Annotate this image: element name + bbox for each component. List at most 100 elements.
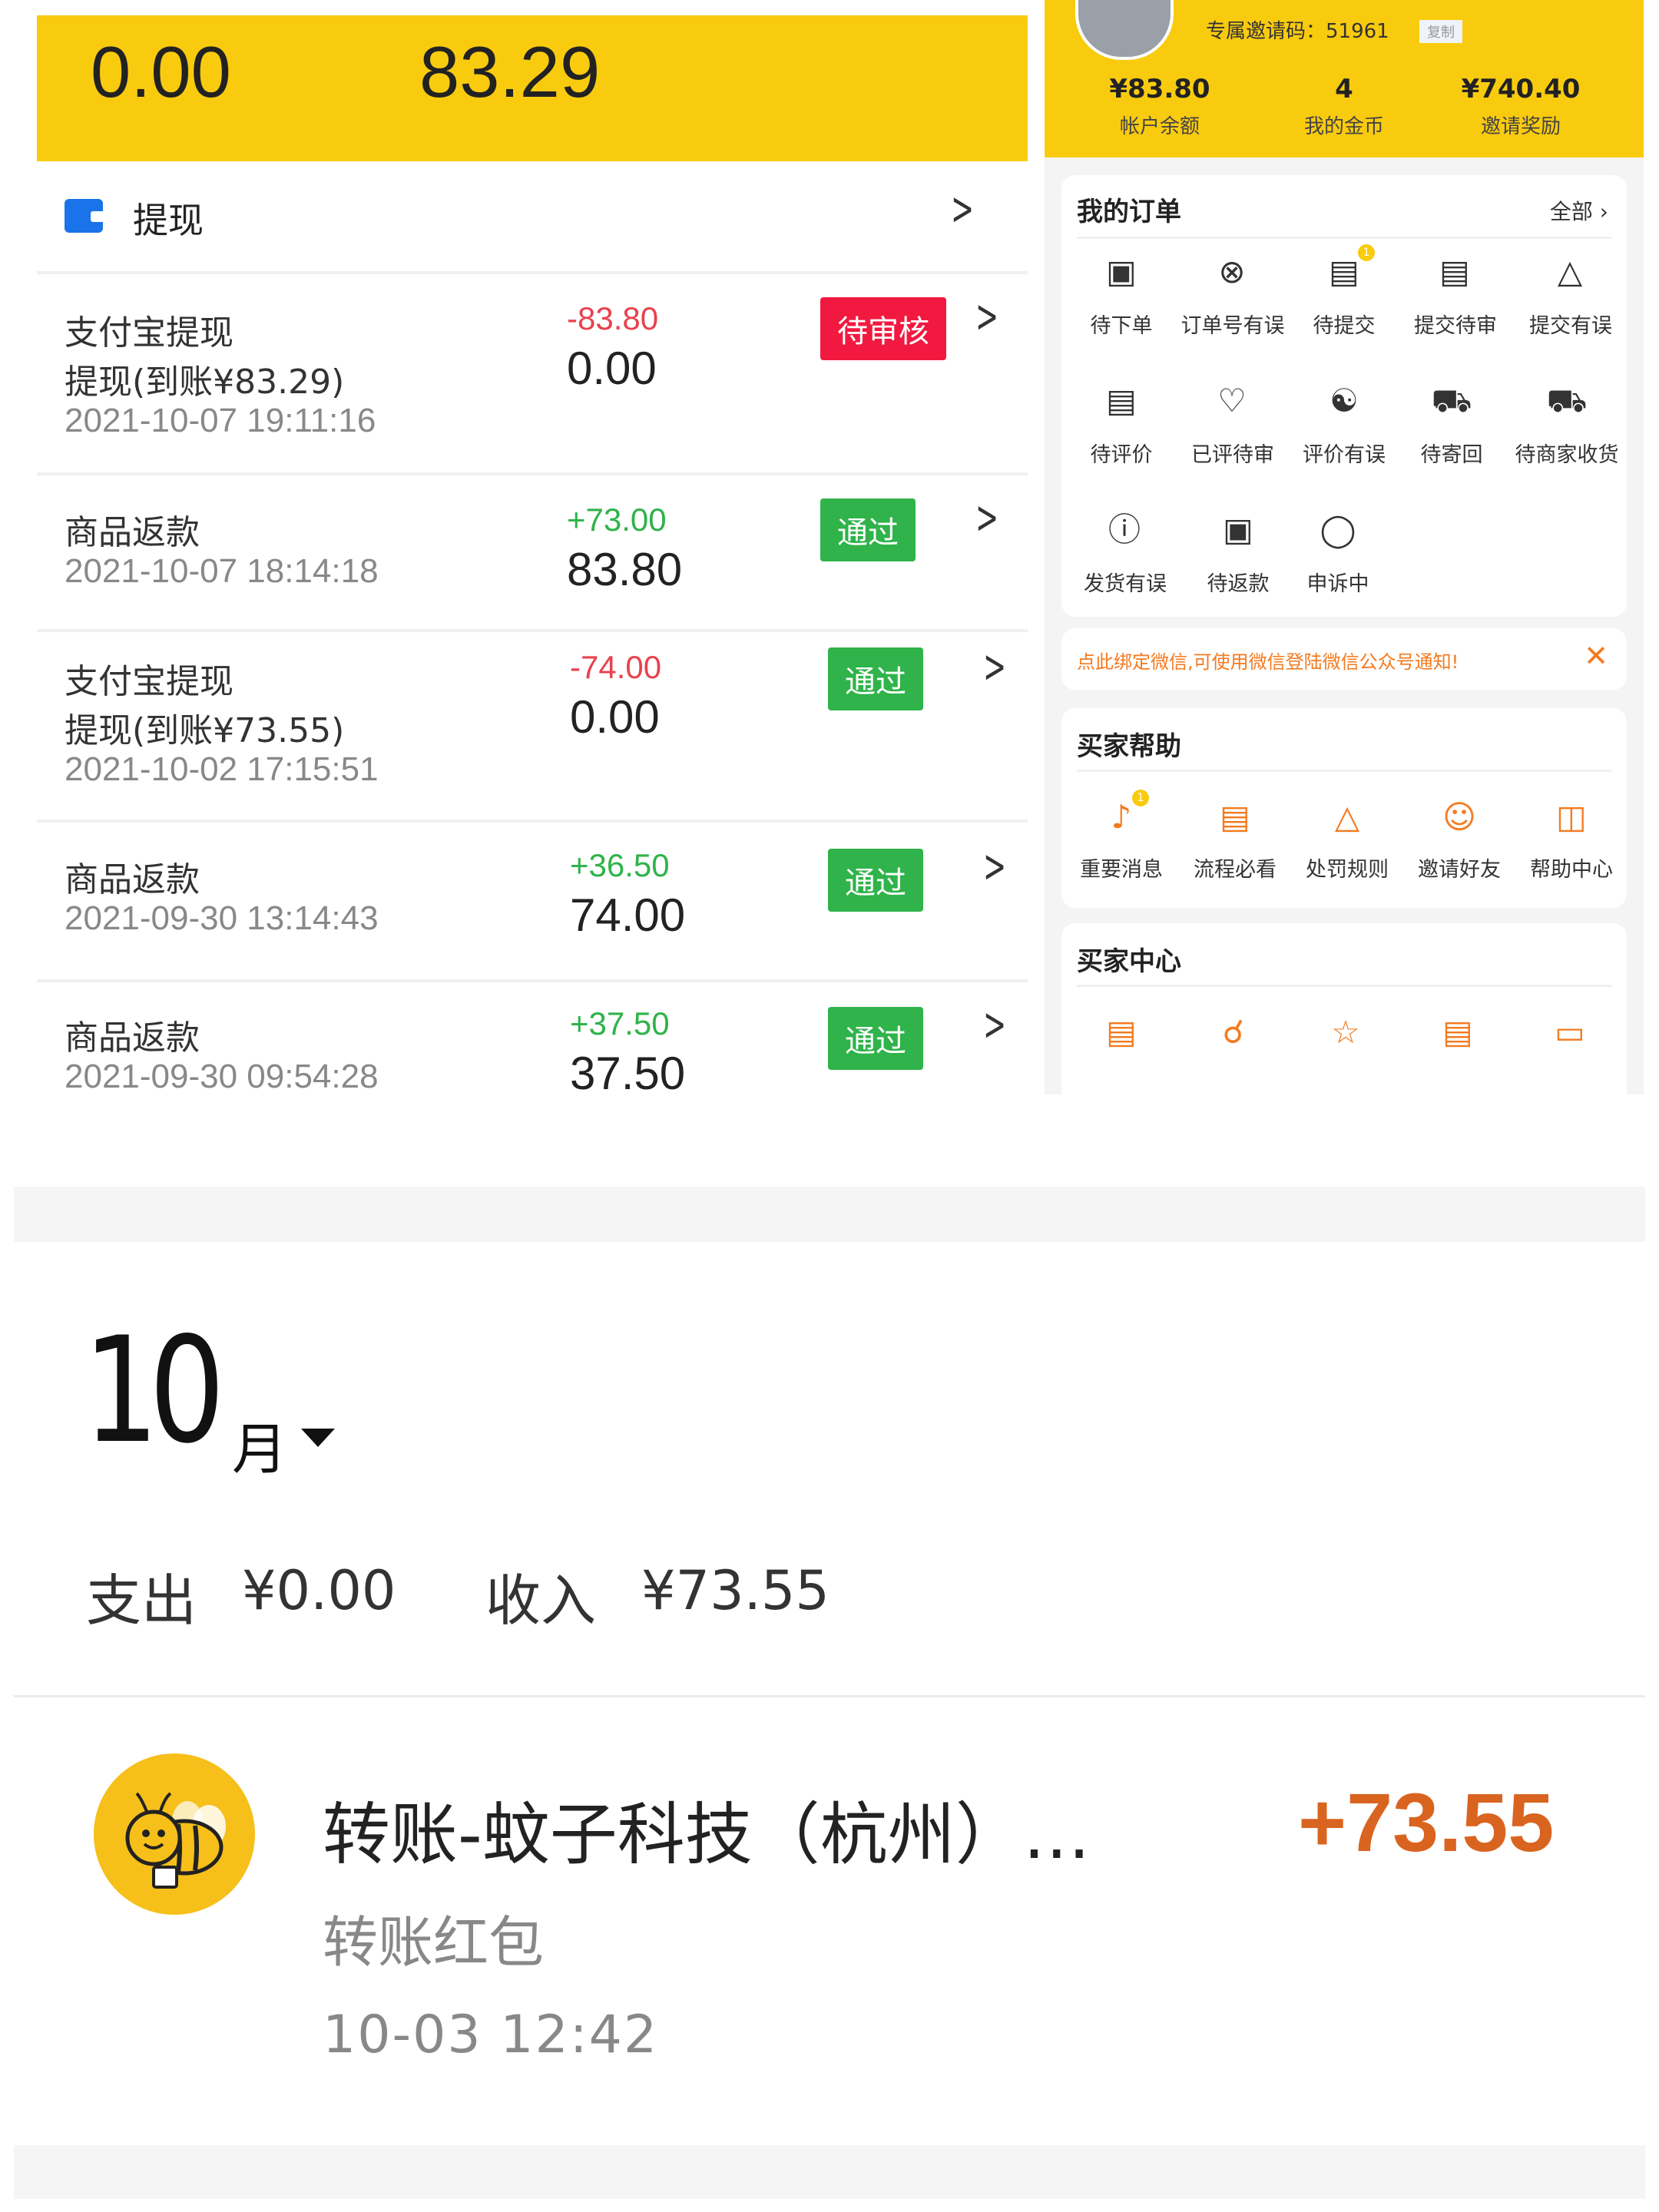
help-invite-friends[interactable]: ☺ 邀请好友	[1406, 794, 1513, 894]
chevron-right-icon: >	[975, 290, 999, 343]
order-status-wrong-number[interactable]: ⊗ 订单号有误	[1175, 249, 1290, 349]
help-process-guide[interactable]: ▤ 流程必看	[1181, 794, 1289, 894]
wallet-icon	[65, 199, 108, 233]
clipboard-icon: ▤	[1439, 253, 1470, 290]
buyer-help-card: 买家帮助 ♪ 1 重要消息 ▤ 流程必看 △ 处罚规则 ☺ 邀请好友 ◫ 帮助中…	[1061, 708, 1627, 908]
record-change: -74.00	[570, 649, 662, 685]
order-status-label: 待评价	[1090, 443, 1153, 467]
record-change: -83.80	[567, 300, 659, 336]
order-status-pending-review[interactable]: ▤ 待评价	[1068, 378, 1175, 478]
badge-count: 1	[1358, 244, 1375, 261]
comment-icon: ▤	[1106, 382, 1137, 419]
order-status-pending-return[interactable]: ⛟ 待寄回	[1398, 378, 1505, 478]
help-important-messages[interactable]: ♪ 1 重要消息	[1068, 790, 1175, 894]
order-status-label: 待下单	[1090, 314, 1153, 338]
section-separator	[14, 1187, 1645, 1242]
truck-icon: ⛟	[1431, 382, 1472, 419]
order-status-pending-submit[interactable]: ▤ 1 待提交	[1290, 244, 1398, 349]
users-icon: ☺	[1442, 798, 1476, 836]
status-badge: 通过	[828, 1007, 923, 1070]
order-status-label: 提交待审	[1414, 314, 1497, 338]
help-item-label: 流程必看	[1194, 858, 1277, 882]
card-icon[interactable]: ▭	[1547, 1009, 1593, 1055]
avatar[interactable]	[1075, 0, 1174, 60]
bind-wechat-notice[interactable]: 点此绑定微信,可使用微信登陆微信公众号通知! ✕	[1061, 628, 1627, 690]
order-status-label: 待寄回	[1420, 443, 1483, 467]
order-status-label: 待提交	[1313, 314, 1376, 338]
chevron-right-icon: >	[983, 839, 1007, 893]
record-datetime: 2021-09-30 09:54:28	[65, 1058, 379, 1094]
expense-value: ¥0.00	[242, 1559, 396, 1622]
record-change: +36.50	[570, 847, 670, 883]
transaction-type: 转账红包	[323, 1910, 545, 1975]
star-icon[interactable]: ☆	[1323, 1009, 1369, 1055]
record-datetime: 2021-10-07 18:14:18	[65, 552, 379, 590]
orders-title: 我的订单	[1077, 197, 1181, 227]
order-status-submitted-review[interactable]: ▤ 提交待审	[1398, 249, 1513, 349]
coins-label: 我的金币	[1303, 115, 1384, 138]
close-icon[interactable]: ✕	[1584, 639, 1608, 673]
award-icon[interactable]: ☌	[1210, 1009, 1257, 1055]
order-status-label: 已评待审	[1191, 443, 1274, 467]
help-penalty-rules[interactable]: △ 处罚规则	[1293, 794, 1401, 894]
note-icon[interactable]: ▤	[1435, 1009, 1481, 1055]
review-error-icon: ☯	[1330, 382, 1359, 419]
order-status-pending-refund[interactable]: ▣ 待返款	[1184, 507, 1292, 607]
chevron-right-icon: >	[951, 182, 975, 236]
record-datetime: 2021-10-02 17:15:51	[65, 750, 379, 788]
record-row[interactable]: 支付宝提现 提现(到账¥73.55) 2021-10-02 17:15:51 -…	[37, 632, 1028, 823]
record-title: 支付宝提现	[65, 313, 233, 353]
copy-invite-button[interactable]: 复制	[1419, 20, 1462, 43]
order-status-review-error[interactable]: ☯ 评价有误	[1290, 378, 1398, 478]
invite-reward-label: 邀请奖励	[1480, 115, 1561, 138]
order-status-pending-order[interactable]: ▣ 待下单	[1068, 249, 1175, 349]
help-center[interactable]: ◫ 帮助中心	[1518, 794, 1625, 894]
order-status-shipping-error[interactable]: ⓘ 发货有误	[1068, 507, 1175, 607]
record-subtitle: 提现(到账¥83.29)	[65, 363, 345, 402]
record-row[interactable]: 商品返款 2021-09-30 09:54:28 +37.50 37.50 通过…	[37, 982, 1028, 1094]
order-status-label: 评价有误	[1303, 443, 1386, 467]
record-title: 商品返款	[65, 860, 200, 899]
record-row[interactable]: 商品返款 2021-09-30 13:14:43 +36.50 74.00 通过…	[37, 823, 1028, 982]
order-status-reviewed-pending[interactable]: ♡ 已评待审	[1175, 378, 1290, 478]
withdraw-row[interactable]: 提现 >	[37, 165, 1028, 274]
notice-text: 点此绑定微信,可使用微信登陆微信公众号通知!	[1077, 651, 1459, 673]
dropdown-arrow-icon[interactable]	[301, 1429, 335, 1447]
order-status-appealing[interactable]: ◯ 申诉中	[1284, 507, 1392, 607]
transaction-row[interactable]: 转账-蚊子科技（杭州）… +73.55 转账红包 10-03 12:42	[14, 1713, 1645, 2128]
status-badge: 通过	[828, 647, 923, 710]
transaction-time: 10-03 12:42	[323, 2005, 659, 2065]
order-status-label: 提交有误	[1529, 314, 1612, 338]
chevron-right-icon: >	[983, 640, 1007, 694]
record-row[interactable]: 支付宝提现 提现(到账¥83.29) 2021-10-07 19:11:16 -…	[37, 274, 1028, 475]
record-balance: 0.00	[570, 691, 660, 743]
exclamation-icon: ⓘ	[1108, 511, 1141, 548]
balance-value-a: 0.00	[91, 31, 231, 112]
order-status-submit-error[interactable]: △ 提交有误	[1513, 249, 1628, 349]
wallet-icon: ▣	[1223, 511, 1253, 548]
month-number[interactable]: 10	[83, 1306, 225, 1475]
transaction-amount: +73.55	[1298, 1776, 1555, 1869]
warning-icon: △	[1334, 798, 1360, 836]
divider	[1077, 770, 1611, 772]
warning-icon: △	[1557, 253, 1583, 290]
help-item-label: 重要消息	[1080, 858, 1163, 882]
clipboard-icon: ▤	[1220, 798, 1250, 836]
divider	[1077, 237, 1611, 239]
record-change: +37.50	[570, 1005, 670, 1041]
record-balance: 83.80	[567, 544, 683, 595]
center-title: 买家中心	[1077, 946, 1181, 977]
order-status-label: 发货有误	[1084, 572, 1167, 596]
order-status-merchant-receive[interactable]: ⛟ 待商家收货	[1505, 378, 1628, 478]
bee-logo-icon	[94, 1753, 255, 1915]
my-orders-card: 我的订单 全部 › ▣ 待下单 ⊗ 订单号有误 ▤ 1 待提交 ▤ 提交待审 △…	[1061, 175, 1627, 617]
circle-x-icon: ⊗	[1218, 253, 1246, 290]
status-badge: 通过	[820, 498, 916, 561]
expense-label: 支出	[86, 1568, 197, 1633]
month-unit[interactable]: 月	[232, 1404, 287, 1485]
record-row[interactable]: 商品返款 2021-10-07 18:14:18 +73.00 83.80 通过…	[37, 475, 1028, 632]
record-datetime: 2021-10-07 19:11:16	[65, 402, 376, 439]
orders-all-link[interactable]: 全部 ›	[1550, 195, 1608, 226]
calendar-icon[interactable]: ▤	[1098, 1009, 1144, 1055]
status-badge: 待审核	[820, 297, 946, 360]
